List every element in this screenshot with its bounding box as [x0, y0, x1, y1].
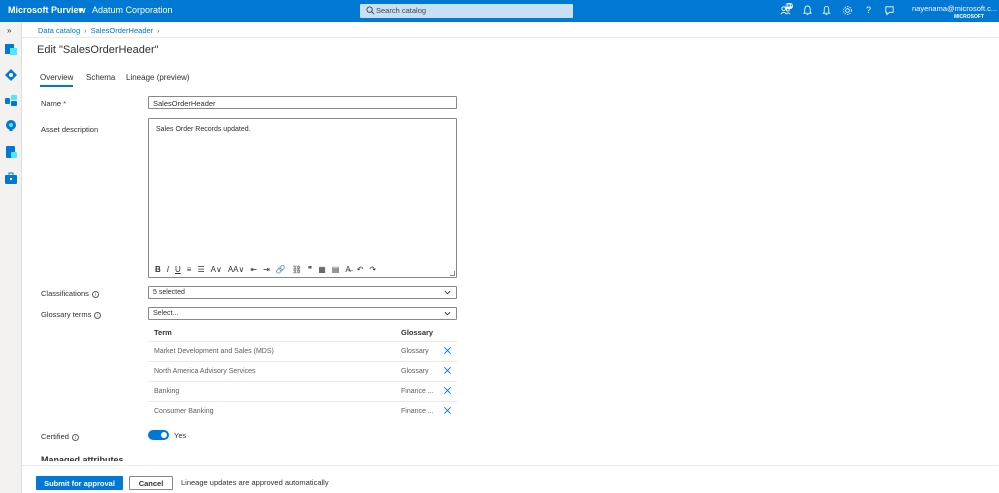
submit-for-approval-button[interactable]: Submit for approval: [36, 476, 123, 490]
glossary-cell: Glossary: [401, 368, 429, 375]
info-icon[interactable]: i: [71, 433, 79, 441]
editor-toolbar: B I U ≡ ☰ A∨ AA∨ ⇤ ⇥ 🔗 ⛓ ❞ ▦ ▤ A̶ ↶ ↷: [155, 264, 382, 276]
divider: [22, 37, 999, 38]
tab-schema[interactable]: Schema: [86, 73, 115, 82]
table-row: North America Advisory Services Glossary: [148, 361, 457, 380]
classifications-label: Classifications i: [41, 289, 99, 298]
certified-toggle[interactable]: [148, 430, 169, 440]
feedback-icon[interactable]: [884, 5, 895, 16]
managed-attributes-heading: Managed attributes: [41, 455, 124, 461]
code-icon[interactable]: ▤: [332, 265, 340, 275]
management-icon[interactable]: [4, 171, 18, 185]
name-input[interactable]: SalesOrderHeader: [148, 96, 457, 109]
search-box[interactable]: Search catalog: [360, 4, 573, 18]
term-cell: North America Advisory Services: [154, 368, 256, 375]
italic-icon[interactable]: I: [167, 265, 169, 275]
footer-bar: Submit for approval Cancel Lineage updat…: [22, 465, 999, 493]
description-editor[interactable]: Sales Order Records updated. B I U ≡ ☰ A…: [148, 118, 457, 278]
column-header-glossary: Glossary: [401, 328, 434, 337]
certified-label: Certified i: [41, 432, 79, 441]
notification-badge: 99+: [785, 3, 793, 9]
breadcrumb: Data catalog › SalesOrderHeader ›: [38, 26, 164, 35]
chevron-down-icon: [444, 290, 451, 295]
outdent-icon[interactable]: ⇤: [250, 265, 257, 275]
classifications-value: 5 selected: [153, 289, 185, 296]
bell-outline-icon[interactable]: [821, 5, 832, 16]
user-tenant: MICROSOFT: [954, 14, 984, 20]
insights-icon[interactable]: [4, 119, 18, 133]
gear-icon[interactable]: [842, 5, 853, 16]
brand-title[interactable]: Microsoft Purview: [8, 5, 86, 15]
policy-icon[interactable]: [4, 145, 18, 159]
link-icon[interactable]: 🔗: [276, 265, 286, 275]
chevron-right-icon: ›: [157, 26, 160, 35]
glossary-cell: Finance ...: [401, 388, 434, 395]
bold-icon[interactable]: B: [155, 265, 161, 275]
close-icon[interactable]: [443, 366, 452, 375]
tab-overview[interactable]: Overview: [40, 73, 73, 82]
font-size-icon[interactable]: AA∨: [228, 265, 245, 275]
chevron-down-icon: [444, 311, 451, 316]
info-icon[interactable]: i: [91, 290, 99, 298]
undo-icon[interactable]: ↶: [357, 265, 364, 275]
table-icon[interactable]: ▦: [318, 265, 326, 275]
page-title: Edit "SalesOrderHeader": [37, 44, 159, 56]
term-cell: Consumer Banking: [154, 408, 214, 415]
table-row: Consumer Banking Finance ...: [148, 401, 457, 420]
chevron-right-icon: ▸: [80, 5, 85, 14]
glossary-label: Glossary terms i: [41, 310, 102, 319]
bullet-list-icon[interactable]: ≡: [187, 265, 192, 275]
table-row: Banking Finance ...: [148, 381, 457, 400]
toggle-knob: [161, 432, 167, 438]
info-icon[interactable]: i: [94, 311, 102, 319]
close-icon[interactable]: [443, 346, 452, 355]
required-mark: *: [63, 99, 67, 108]
cancel-button[interactable]: Cancel: [129, 476, 173, 490]
name-label: Name *: [41, 99, 67, 108]
chevron-right-icon: ›: [84, 26, 87, 35]
description-label: Asset description: [41, 125, 99, 134]
close-icon[interactable]: [443, 406, 452, 415]
table-row: Market Development and Sales (MDS) Gloss…: [148, 341, 457, 360]
footer-note: Lineage updates are approved automatical…: [181, 478, 329, 487]
certified-value: Yes: [174, 431, 187, 440]
description-text[interactable]: Sales Order Records updated.: [156, 126, 251, 133]
help-icon[interactable]: ?: [863, 5, 874, 16]
left-rail: »: [0, 22, 22, 493]
glossary-cell: Finance ...: [401, 408, 434, 415]
breadcrumb-asset[interactable]: SalesOrderHeader: [91, 26, 154, 35]
highlight-icon[interactable]: A∨: [211, 265, 222, 275]
org-name[interactable]: Adatum Corporation: [92, 5, 173, 15]
term-cell: Banking: [154, 388, 180, 395]
indent-icon[interactable]: ⇥: [263, 265, 270, 275]
top-bar: Microsoft Purview ▸ Adatum Corporation S…: [0, 0, 999, 22]
glossary-cell: Glossary: [401, 348, 429, 355]
underline-icon[interactable]: U: [175, 265, 181, 275]
glossary-placeholder: Select...: [153, 310, 179, 317]
term-cell: Market Development and Sales (MDS): [154, 348, 274, 355]
numbered-list-icon[interactable]: ☰: [197, 265, 204, 275]
data-estate-icon[interactable]: [4, 93, 18, 107]
tab-lineage[interactable]: Lineage (preview): [126, 73, 190, 82]
close-icon[interactable]: [443, 386, 452, 395]
breadcrumb-data-catalog[interactable]: Data catalog: [38, 26, 80, 35]
quote-icon[interactable]: ❞: [308, 265, 312, 275]
redo-icon[interactable]: ↷: [369, 265, 376, 275]
data-catalog-icon[interactable]: [4, 42, 18, 56]
column-header-term: Term: [154, 328, 172, 337]
search-icon: [366, 6, 375, 15]
active-tab-indicator: [40, 85, 73, 87]
user-email[interactable]: nayenama@microsoft.c...: [912, 4, 997, 13]
bell-icon[interactable]: [802, 5, 813, 16]
clear-format-icon[interactable]: A̶: [345, 265, 350, 275]
resize-handle-icon[interactable]: [450, 271, 455, 276]
glossary-dropdown[interactable]: Select...: [148, 307, 457, 320]
unlink-icon[interactable]: ⛓: [292, 265, 302, 275]
classifications-dropdown[interactable]: 5 selected: [148, 286, 457, 299]
search-placeholder: Search catalog: [376, 6, 427, 15]
data-map-icon[interactable]: [4, 68, 18, 82]
expand-rail-icon[interactable]: »: [7, 26, 11, 35]
